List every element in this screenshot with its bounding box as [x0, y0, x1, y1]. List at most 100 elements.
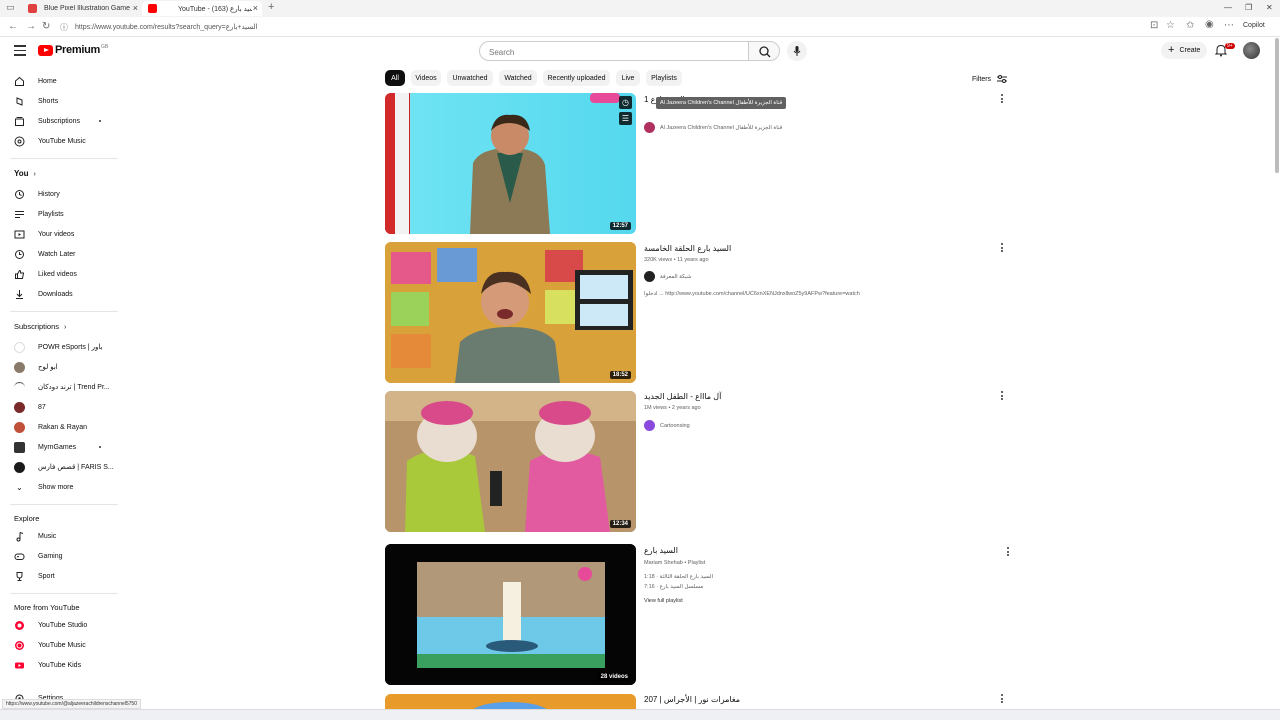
- browser-tab-1[interactable]: Blue Pixel Illustration Game Prese... ×: [22, 1, 142, 16]
- channel-row[interactable]: Al Jazeera Children's Channel قناة الجزي…: [644, 122, 782, 133]
- sidebar-item-subscriptions[interactable]: Subscriptions: [14, 114, 80, 128]
- playlist-entry[interactable]: السيد بارع الحلقة الثالثة · 1:18: [644, 574, 713, 580]
- sidebar-you-heading[interactable]: You ›: [14, 169, 36, 178]
- sidebar-sub-item[interactable]: ترند دودكان | Trend Pr...: [14, 380, 110, 394]
- browser-tab-2[interactable]: YouTube - السيد بارع (163) ×: [142, 1, 262, 16]
- search-input[interactable]: [489, 48, 729, 57]
- sidebar-sub-item[interactable]: 87: [14, 400, 46, 414]
- back-icon[interactable]: ←: [8, 21, 18, 32]
- sidebar-item-label: Home: [38, 77, 57, 85]
- voice-search-button[interactable]: [787, 41, 807, 61]
- sidebar-item-downloads[interactable]: Downloads: [14, 287, 73, 301]
- more-icon[interactable]: ⋯: [1224, 20, 1234, 31]
- sidebar-item-history[interactable]: History: [14, 187, 60, 201]
- sidebar-item-youtube-music-app[interactable]: YouTube Music: [14, 638, 86, 652]
- sidebar-sub-item[interactable]: Rakan & Rayan: [14, 420, 87, 434]
- video-thumbnail[interactable]: 12:34: [385, 391, 636, 532]
- search-button[interactable]: [748, 41, 780, 61]
- chip-all[interactable]: All: [385, 70, 405, 86]
- sidebar-sub-item[interactable]: ابو لوح: [14, 360, 58, 374]
- more-actions-icon[interactable]: [1000, 694, 1004, 705]
- video-thumbnail[interactable]: ◷ ☰ 12:57: [385, 93, 636, 234]
- url-field[interactable]: https://www.youtube.com/results?search_q…: [75, 23, 258, 31]
- new-content-dot: [99, 120, 101, 122]
- chip-recently-uploaded[interactable]: Recently uploaded: [543, 70, 610, 86]
- sidebar-item-shorts[interactable]: Shorts: [14, 94, 58, 108]
- close-tab-icon[interactable]: ×: [133, 3, 138, 13]
- sidebar-item-music[interactable]: Music: [14, 529, 56, 543]
- video-title[interactable]: آل ماااع - الطفل الجديد: [644, 392, 721, 401]
- sidebar-sub-item[interactable]: قصص فارس | FARIS S...: [14, 460, 114, 474]
- sidebar-item-watch-later[interactable]: Watch Later: [14, 247, 75, 261]
- channel-tooltip: Al Jazeera Children's Channel قناة الجزي…: [656, 97, 787, 109]
- more-actions-icon[interactable]: [1000, 243, 1004, 254]
- channel-row[interactable]: شبكة المعرفة: [644, 271, 691, 282]
- sidebar-item-label: POWR eSports | باور: [38, 344, 103, 351]
- copilot-button[interactable]: Copilot: [1243, 22, 1265, 29]
- sidebar-show-more[interactable]: ⌄ Show more: [14, 480, 73, 494]
- sidebar-item-home[interactable]: Home: [14, 74, 57, 88]
- video-title[interactable]: مغامرات نور | الأجراس | 207: [644, 695, 740, 704]
- video-title[interactable]: السيد بارع الحلقة الخامسة: [644, 244, 731, 253]
- more-actions-icon[interactable]: [1006, 547, 1010, 558]
- sidebar-subscriptions-heading[interactable]: Subscriptions ›: [14, 322, 66, 331]
- channel-avatar: [644, 122, 655, 133]
- sidebar-item-label: Downloads: [38, 290, 73, 298]
- sidebar-item-playlists[interactable]: Playlists: [14, 207, 64, 221]
- more-actions-icon[interactable]: [1000, 391, 1004, 402]
- youtube-logo[interactable]: Premium GB: [38, 44, 108, 56]
- chip-videos[interactable]: Videos: [411, 70, 441, 86]
- close-tab-icon[interactable]: ×: [253, 3, 258, 13]
- site-info-icon[interactable]: ⓘ: [60, 22, 68, 33]
- menu-icon[interactable]: [14, 45, 26, 59]
- watch-later-icon[interactable]: ◷: [619, 96, 632, 109]
- new-tab-icon[interactable]: +: [268, 1, 274, 13]
- tab-actions-icon[interactable]: ▭: [6, 2, 15, 13]
- maximize-icon[interactable]: ❐: [1245, 3, 1252, 12]
- reader-icon[interactable]: ⊡: [1150, 20, 1158, 31]
- favorites-icon[interactable]: ✩: [1186, 20, 1194, 31]
- sidebar-item-liked-videos[interactable]: Liked videos: [14, 267, 77, 281]
- more-actions-icon[interactable]: [1000, 94, 1004, 105]
- close-window-icon[interactable]: ✕: [1266, 3, 1273, 12]
- video-thumbnail[interactable]: 18:52: [385, 242, 636, 383]
- sidebar-item-label: Subscriptions: [38, 117, 81, 125]
- minimize-icon[interactable]: —: [1224, 3, 1232, 12]
- channel-row[interactable]: Cartoonsing: [644, 420, 690, 431]
- add-to-queue-icon[interactable]: ☰: [619, 112, 632, 125]
- clock-icon: [14, 249, 25, 260]
- playlist-entry[interactable]: مسلسل السيد بارع · 7:16: [644, 584, 703, 590]
- sidebar-item-sport[interactable]: Sport: [14, 569, 55, 583]
- playlist-thumbnail[interactable]: 28 videos: [385, 544, 636, 685]
- chevron-down-icon: ⌄: [16, 482, 23, 492]
- playlist-title[interactable]: السيد بارع: [644, 546, 678, 555]
- reload-icon[interactable]: ↻: [42, 21, 50, 32]
- filters-button[interactable]: Filters: [972, 74, 1008, 84]
- sidebar-item-youtube-music[interactable]: YouTube Music: [14, 134, 86, 148]
- sidebar-item-your-videos[interactable]: Your videos: [14, 227, 74, 241]
- channel-avatar: [644, 420, 655, 431]
- sidebar-sub-item[interactable]: POWR eSports | باور: [14, 340, 102, 354]
- sidebar-item-label: Sport: [38, 572, 55, 580]
- profile-icon[interactable]: ◉: [1205, 19, 1214, 30]
- chip-watched[interactable]: Watched: [499, 70, 537, 86]
- chip-live[interactable]: Live: [616, 70, 640, 86]
- search-box[interactable]: [479, 41, 749, 61]
- sidebar-sub-item[interactable]: MyrnGames: [14, 440, 76, 454]
- sidebar-item-youtube-studio[interactable]: YouTube Studio: [14, 618, 87, 632]
- sidebar-item-gaming[interactable]: Gaming: [14, 549, 63, 563]
- microphone-icon: [793, 46, 801, 56]
- youtube-favicon-icon: [148, 4, 157, 13]
- favorite-star-icon[interactable]: ☆: [1166, 20, 1175, 31]
- view-full-playlist-link[interactable]: View full playlist: [644, 598, 683, 604]
- chip-unwatched[interactable]: Unwatched: [447, 70, 493, 86]
- scrollbar-thumb[interactable]: [1275, 38, 1279, 173]
- sidebar-item-youtube-kids[interactable]: YouTube Kids: [14, 658, 81, 672]
- chip-playlists[interactable]: Playlists: [646, 70, 682, 86]
- account-avatar[interactable]: [1243, 42, 1260, 59]
- create-button[interactable]: + Create: [1161, 42, 1207, 59]
- youtube-play-icon: [38, 44, 53, 56]
- chevron-right-icon: ›: [64, 324, 67, 331]
- forward-icon[interactable]: →: [26, 21, 36, 32]
- youtube-studio-icon: [14, 620, 25, 631]
